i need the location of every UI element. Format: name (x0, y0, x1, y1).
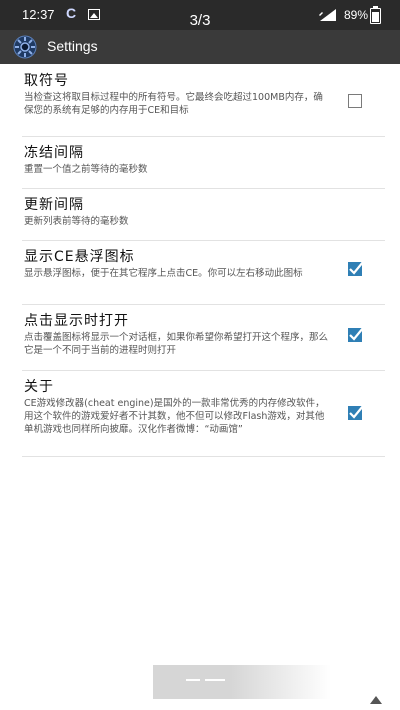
pref-title: 点击显示时打开 (24, 313, 129, 329)
pref-summary: 点击覆盖图标将显示一个对话框，如果你希望你希望打开这个程序，那么它是一个不同于当… (24, 332, 329, 356)
page-indicator: 3/3 (189, 12, 211, 29)
battery-percent: 89% (344, 8, 369, 22)
pref-title: 冻结间隔 (24, 145, 84, 161)
cheat-engine-app-icon[interactable] (12, 34, 38, 60)
pref-summary: CE游戏修改器(cheat engine)是国外的一款非常优秀的内存修改软件，用… (24, 398, 325, 435)
fetch-symbols-checkbox[interactable] (348, 94, 362, 108)
pref-show-floating-icon[interactable]: 显示CE悬浮图标 显示悬浮图标，便于在其它程序上点击CE。你可以左右移动此图标 (22, 240, 385, 305)
pref-title: 更新间隔 (24, 197, 84, 213)
bottom-overlay (153, 665, 231, 699)
bottom-overlay-fade (231, 665, 331, 699)
overlay-dash (186, 679, 200, 681)
pref-title: 显示CE悬浮图标 (24, 249, 135, 265)
pref-title: 关于 (24, 379, 54, 395)
checkmark-icon (349, 327, 364, 341)
pref-open-on-click[interactable]: 点击显示时打开 点击覆盖图标将显示一个对话框，如果你希望你希望打开这个程序，那么… (22, 304, 385, 371)
pref-summary: 重置一个值之前等待的毫秒数 (24, 164, 148, 175)
scroll-indicator-icon (370, 696, 382, 704)
pref-freeze-interval[interactable]: 冻结间隔 重置一个值之前等待的毫秒数 (22, 136, 385, 189)
pref-summary: 显示悬浮图标，便于在其它程序上点击CE。你可以左右移动此图标 (24, 268, 303, 279)
show-floating-icon-checkbox[interactable] (348, 261, 364, 276)
action-bar: Settings (0, 30, 400, 64)
battery-icon (370, 6, 381, 24)
pref-summary: 更新列表前等待的毫秒数 (24, 216, 129, 227)
checkmark-icon (349, 405, 364, 419)
page-title: Settings (47, 38, 98, 54)
status-bar: 12:37 C 3/3 89% (0, 0, 400, 30)
open-on-click-checkbox[interactable] (348, 327, 364, 342)
pref-summary: 当检查这将取目标过程中的所有符号。它最终会吃超过100MB内存，确保您的系统有足… (24, 92, 323, 116)
pref-update-interval[interactable]: 更新间隔 更新列表前等待的毫秒数 (22, 188, 385, 241)
about-checkbox[interactable] (348, 405, 364, 420)
pref-about[interactable]: 关于 CE游戏修改器(cheat engine)是国外的一款非常优秀的内存修改软… (22, 370, 385, 457)
overlay-dash (205, 679, 225, 681)
pref-fetch-symbols[interactable]: 取符号 当检查这将取目标过程中的所有符号。它最终会吃超过100MB内存，确保您的… (22, 64, 385, 137)
checkmark-icon (349, 261, 364, 275)
signal-icon (319, 9, 336, 21)
pref-title: 取符号 (24, 73, 69, 89)
